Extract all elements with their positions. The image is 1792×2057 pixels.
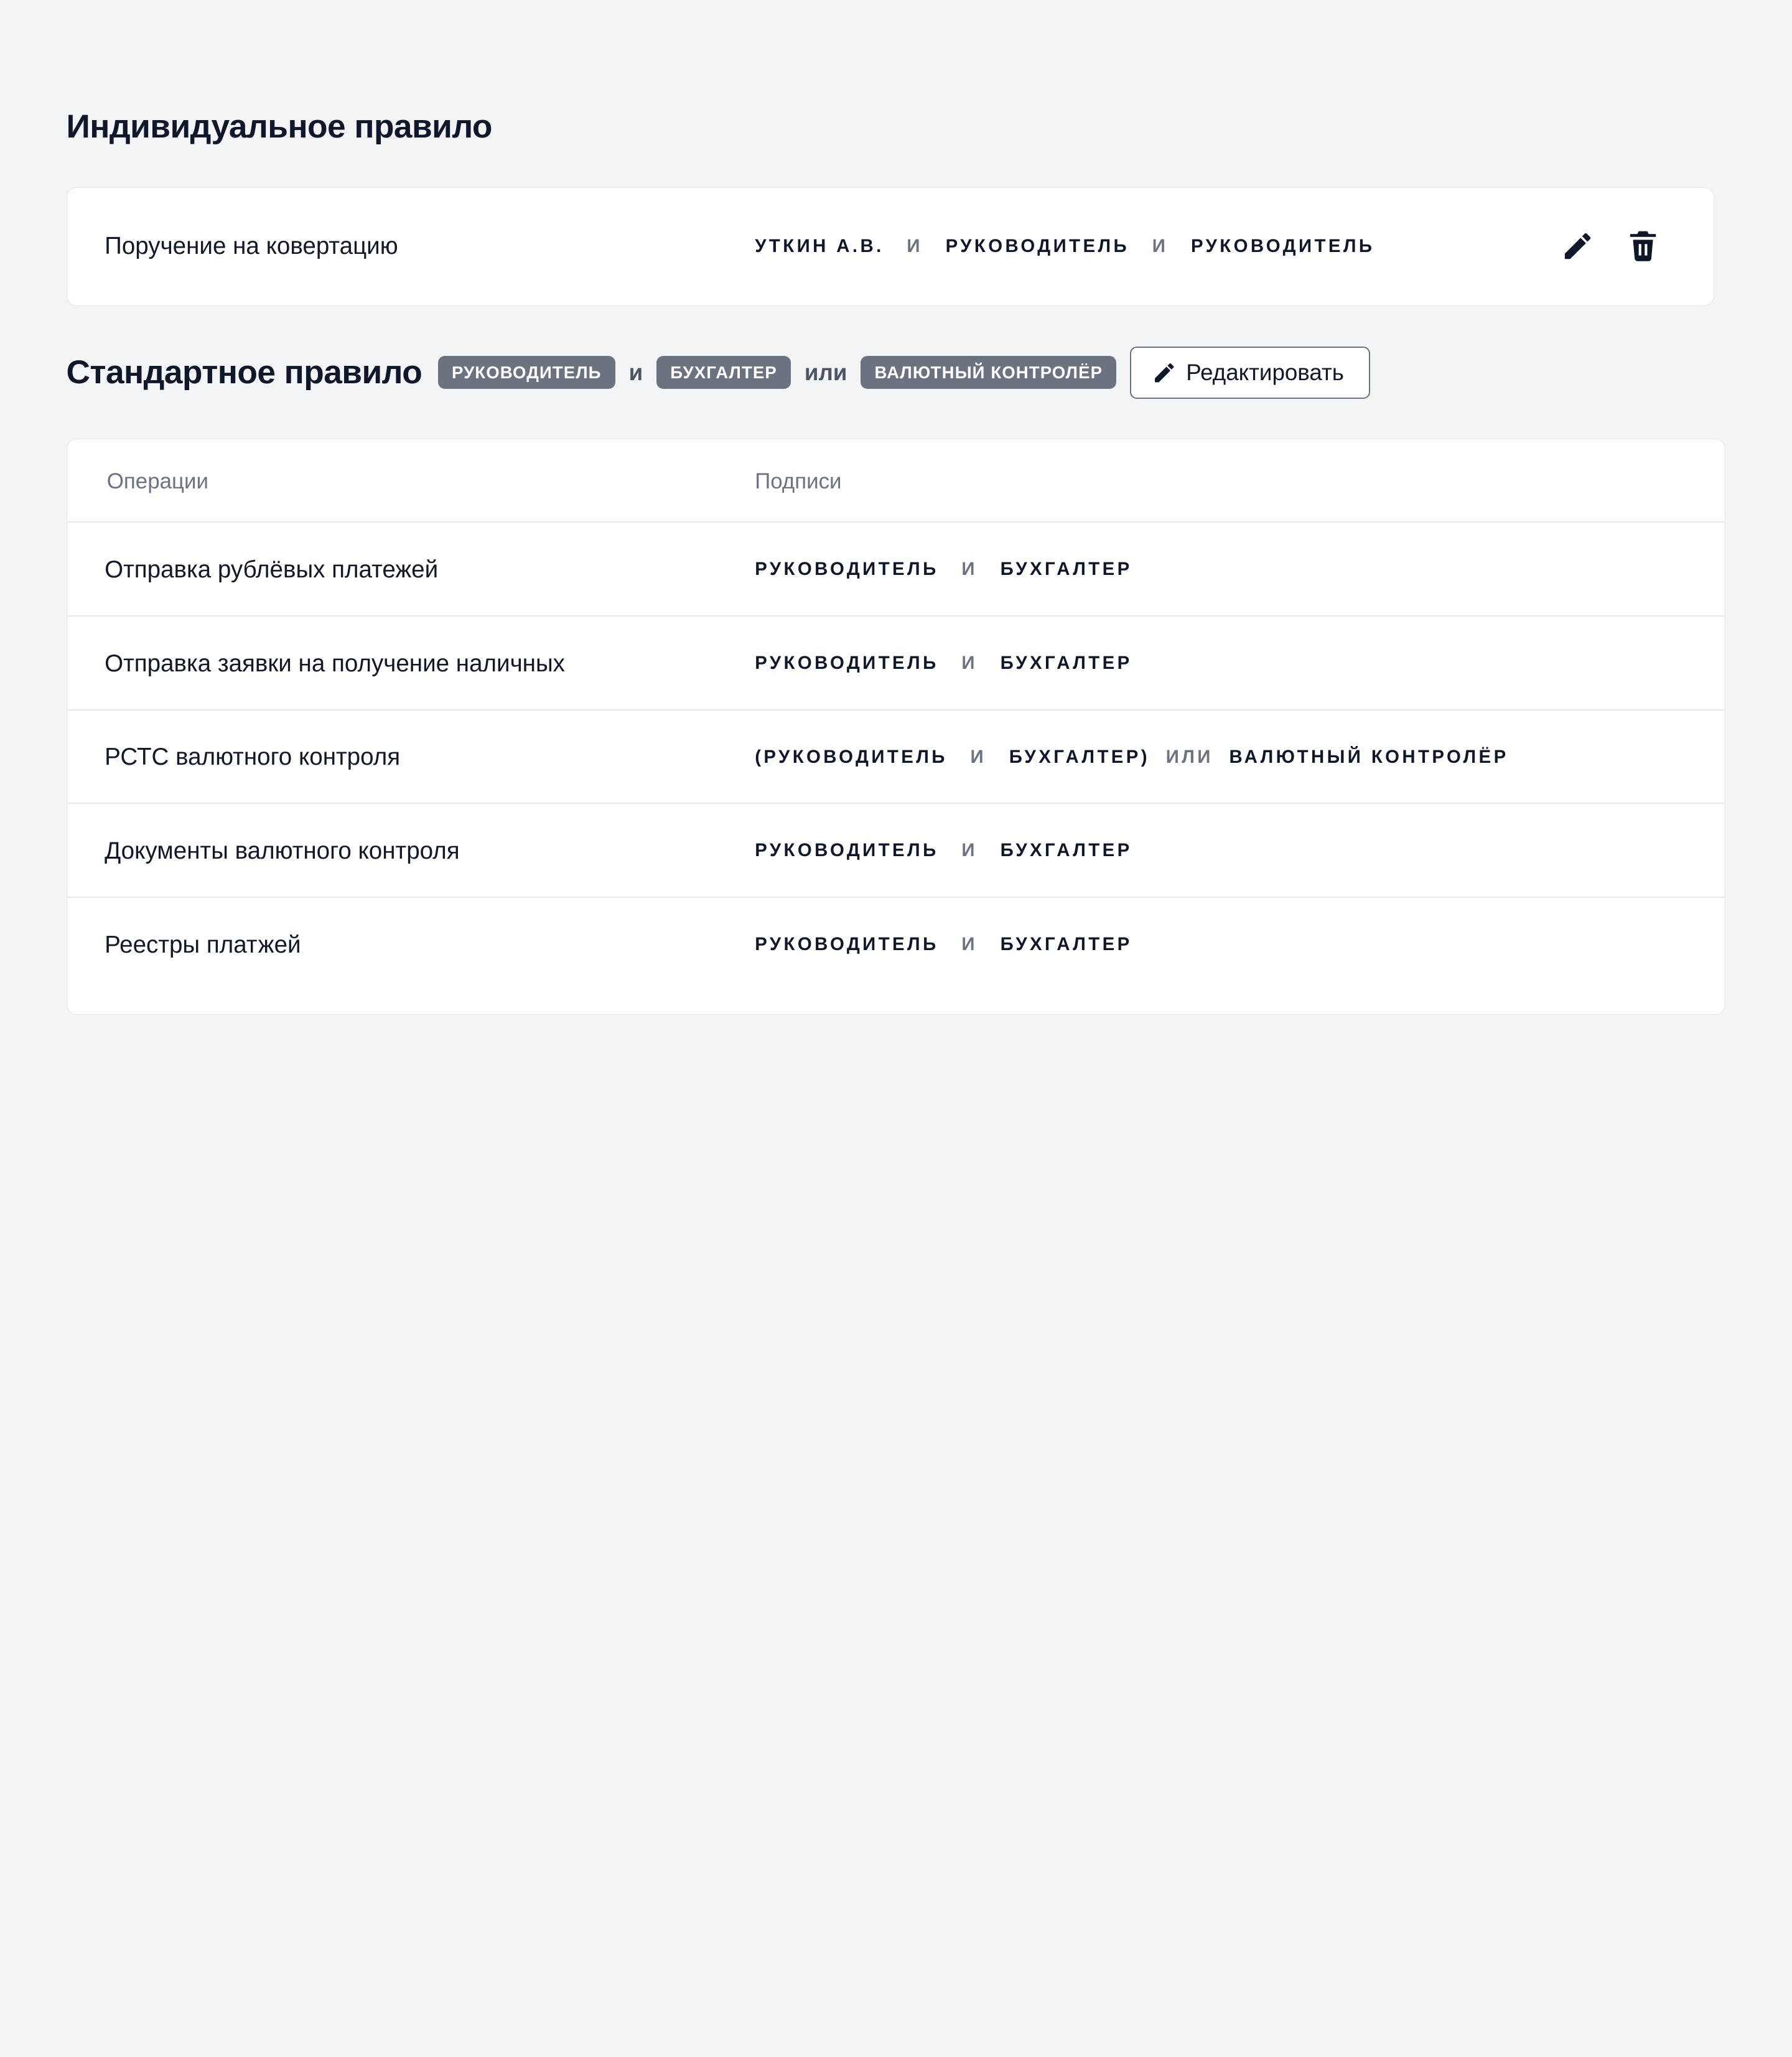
- page: Индивидуальное правило Поручение на кове…: [0, 0, 1792, 2057]
- delete-individual-rule-button[interactable]: [1623, 226, 1662, 264]
- signer: РУКОВОДИТЕЛЬ: [945, 235, 1130, 256]
- standard-rule-title: Стандартное правило: [66, 354, 422, 391]
- row-operation: Документы валютного контроля: [105, 837, 460, 864]
- row-signatures: РУКОВОДИТЕЛЬ И БУХГАЛТЕР: [755, 932, 1132, 957]
- pencil-icon: [1155, 363, 1174, 382]
- table-row: Документы валютного контроля РУКОВОДИТЕЛ…: [67, 804, 1725, 898]
- table-header: Операции Подписи: [67, 439, 1725, 523]
- signer: БУХГАЛТЕР: [1000, 559, 1132, 580]
- column-header-signatures: Подписи: [755, 469, 842, 494]
- table-row: Отправка заявки на получение наличных РУ…: [67, 617, 1725, 711]
- signer: БУХГАЛТЕР: [1000, 840, 1132, 861]
- signer: БУХГАЛТЕР): [1009, 746, 1150, 767]
- row-signatures: (РУКОВОДИТЕЛЬ И БУХГАЛТЕР) ИЛИ ВАЛЮТНЫЙ …: [755, 745, 1508, 770]
- role-badge-director: РУКОВОДИТЕЛЬ: [437, 356, 615, 389]
- table-row: РСТС валютного контроля (РУКОВОДИТЕЛЬ И …: [67, 711, 1725, 805]
- individual-rule-operation: Поручение на ковертацию: [105, 233, 398, 260]
- row-signatures: РУКОВОДИТЕЛЬ И БУХГАЛТЕР: [755, 557, 1132, 582]
- individual-rule-title: Индивидуальное правило: [66, 108, 493, 146]
- trash-icon: [1630, 231, 1656, 261]
- signer: (РУКОВОДИТЕЛЬ: [755, 746, 948, 767]
- signer: БУХГАЛТЕР: [1000, 653, 1132, 674]
- edit-button-label: Редактировать: [1186, 359, 1344, 385]
- edit-individual-rule-button[interactable]: [1558, 227, 1597, 266]
- table-row: Отправка рублёвых платежей РУКОВОДИТЕЛЬ …: [67, 523, 1725, 617]
- edit-standard-rule-button[interactable]: Редактировать: [1130, 346, 1371, 399]
- signer: РУКОВОДИТЕЛЬ: [755, 559, 939, 580]
- signer: ВАЛЮТНЫЙ КОНТРОЛЁР: [1229, 746, 1509, 767]
- row-operation: Отправка заявки на получение наличных: [105, 650, 565, 677]
- row-operation: Реестры платжей: [105, 931, 301, 958]
- conjunction: И: [970, 746, 987, 767]
- row-operation: РСТС валютного контроля: [105, 744, 401, 771]
- individual-rule-card: Поручение на ковертацию УТКИН А.В. И РУК…: [66, 187, 1715, 307]
- column-header-operations: Операции: [106, 469, 208, 494]
- signer: РУКОВОДИТЕЛЬ: [755, 933, 939, 954]
- signer: РУКОВОДИТЕЛЬ: [755, 840, 939, 861]
- conjunction: И: [961, 840, 978, 861]
- signer: УТКИН А.В.: [755, 235, 884, 256]
- conjunction: И: [961, 933, 978, 954]
- role-badge-currency-controller: ВАЛЮТНЫЙ КОНТРОЛЁР: [861, 356, 1117, 389]
- conjunction: ИЛИ: [1165, 746, 1213, 767]
- conjunction-or: или: [804, 359, 847, 385]
- row-operation: Отправка рублёвых платежей: [105, 556, 439, 584]
- signer: РУКОВОДИТЕЛЬ: [1191, 235, 1375, 256]
- row-signatures: РУКОВОДИТЕЛЬ И БУХГАЛТЕР: [755, 838, 1132, 863]
- operations-table: Операции Подписи Отправка рублёвых плате…: [66, 439, 1726, 1015]
- individual-rule-signers: УТКИН А.В. И РУКОВОДИТЕЛЬ И РУКОВОДИТЕЛЬ: [755, 234, 1374, 259]
- conjunction-and: и: [628, 359, 643, 385]
- role-badge-accountant: БУХГАЛТЕР: [656, 356, 791, 389]
- pencil-icon: [1564, 233, 1591, 259]
- conjunction: И: [1152, 235, 1169, 256]
- conjunction: И: [907, 235, 923, 256]
- table-row: Реестры платжей РУКОВОДИТЕЛЬ И БУХГАЛТЕР: [67, 898, 1725, 992]
- standard-rule-header: Стандартное правило РУКОВОДИТЕЛЬ и БУХГА…: [66, 346, 1371, 399]
- signer: РУКОВОДИТЕЛЬ: [755, 653, 939, 674]
- conjunction: И: [961, 653, 978, 674]
- row-signatures: РУКОВОДИТЕЛЬ И БУХГАЛТЕР: [755, 651, 1132, 676]
- conjunction: И: [961, 559, 978, 580]
- signer: БУХГАЛТЕР: [1000, 933, 1132, 954]
